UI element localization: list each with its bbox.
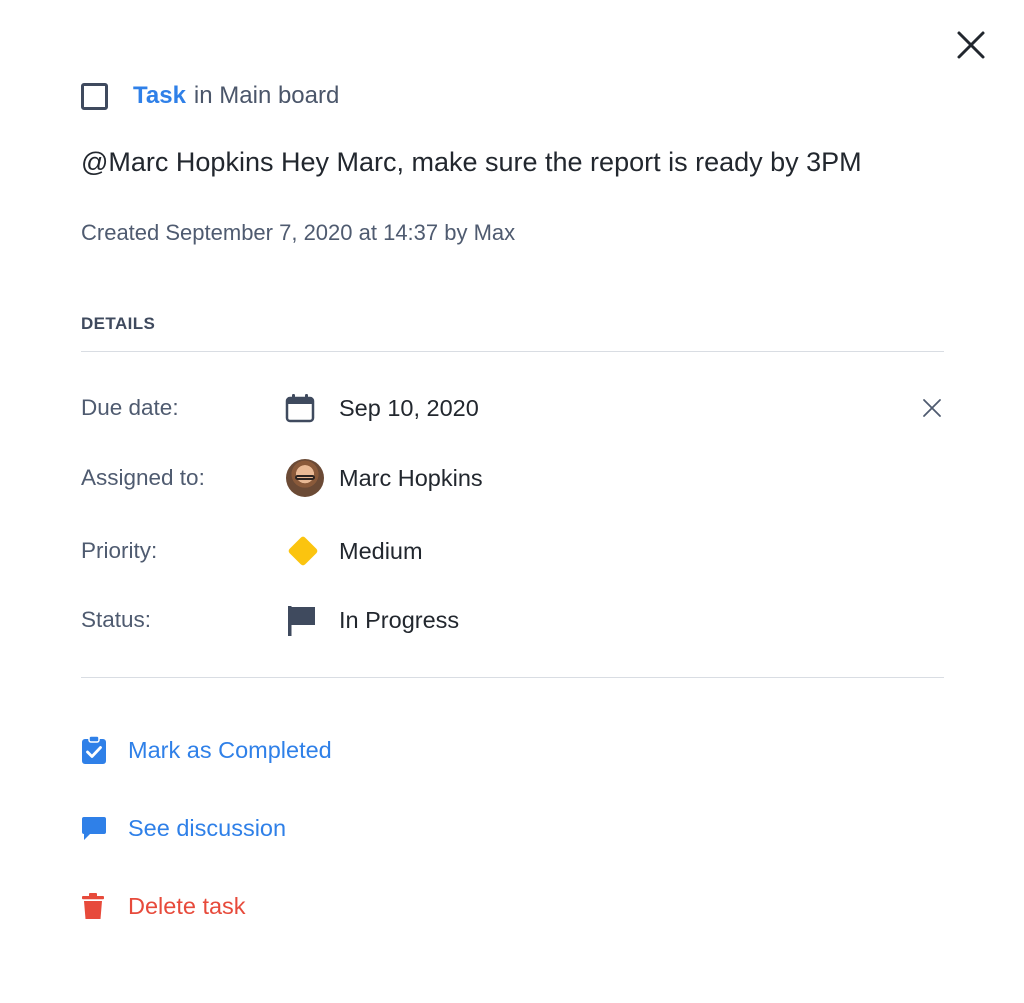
priority-row: Priority: Medium — [81, 531, 944, 571]
delete-task-icon-wrap — [81, 888, 128, 924]
status-icon-wrap — [284, 600, 339, 640]
chat-bubble-icon — [82, 817, 106, 840]
delete-task-button[interactable]: Delete task — [81, 888, 246, 924]
details-divider-top — [81, 351, 944, 352]
due-date-label: Due date: — [81, 395, 179, 420]
close-icon — [957, 31, 985, 59]
clear-due-date-button[interactable] — [920, 396, 944, 420]
avatar — [286, 459, 324, 497]
priority-value[interactable]: Medium — [339, 538, 423, 565]
task-detail-panel: Task in Main board @Marc Hopkins Hey Mar… — [0, 0, 1024, 1003]
diamond-icon — [287, 535, 319, 567]
created-meta: Created September 7, 2020 at 14:37 by Ma… — [81, 220, 516, 245]
priority-icon-wrap — [284, 531, 339, 571]
mark-completed-button[interactable]: Mark as Completed — [81, 732, 332, 768]
calendar-icon — [285, 394, 315, 423]
trash-icon — [82, 893, 104, 919]
delete-task-label: Delete task — [128, 892, 246, 919]
task-type-link[interactable]: Task — [133, 82, 186, 110]
see-discussion-button[interactable]: See discussion — [81, 810, 286, 846]
close-button[interactable] — [950, 24, 992, 66]
status-label: Status: — [81, 607, 152, 632]
task-complete-checkbox[interactable] — [81, 82, 108, 110]
status-row: Status: In Progress — [81, 600, 944, 640]
flag-icon — [288, 606, 315, 636]
details-divider-bottom — [81, 677, 944, 678]
see-discussion-icon-wrap — [81, 810, 128, 846]
task-title: @Marc Hopkins Hey Marc, make sure the re… — [81, 147, 862, 177]
due-date-value[interactable]: Sep 10, 2020 — [339, 395, 479, 422]
clear-icon — [923, 399, 941, 417]
details-heading: DETAILS — [81, 314, 156, 333]
task-header: Task in Main board — [81, 80, 339, 112]
clipboard-check-icon — [82, 735, 106, 764]
assigned-label: Assigned to: — [81, 465, 205, 490]
task-board-label: in Main board — [193, 82, 340, 109]
assigned-value[interactable]: Marc Hopkins — [339, 465, 483, 492]
due-date-icon-wrap — [284, 388, 339, 428]
assigned-icon-wrap — [284, 458, 339, 498]
assigned-row: Assigned to: Marc Hopkins — [81, 458, 944, 498]
mark-completed-icon-wrap — [81, 732, 128, 768]
see-discussion-label: See discussion — [128, 814, 287, 841]
priority-label: Priority: — [81, 538, 158, 563]
mark-completed-label: Mark as Completed — [128, 736, 332, 763]
due-date-row: Due date: Sep 10, 2020 — [81, 388, 944, 428]
status-value[interactable]: In Progress — [339, 607, 459, 634]
